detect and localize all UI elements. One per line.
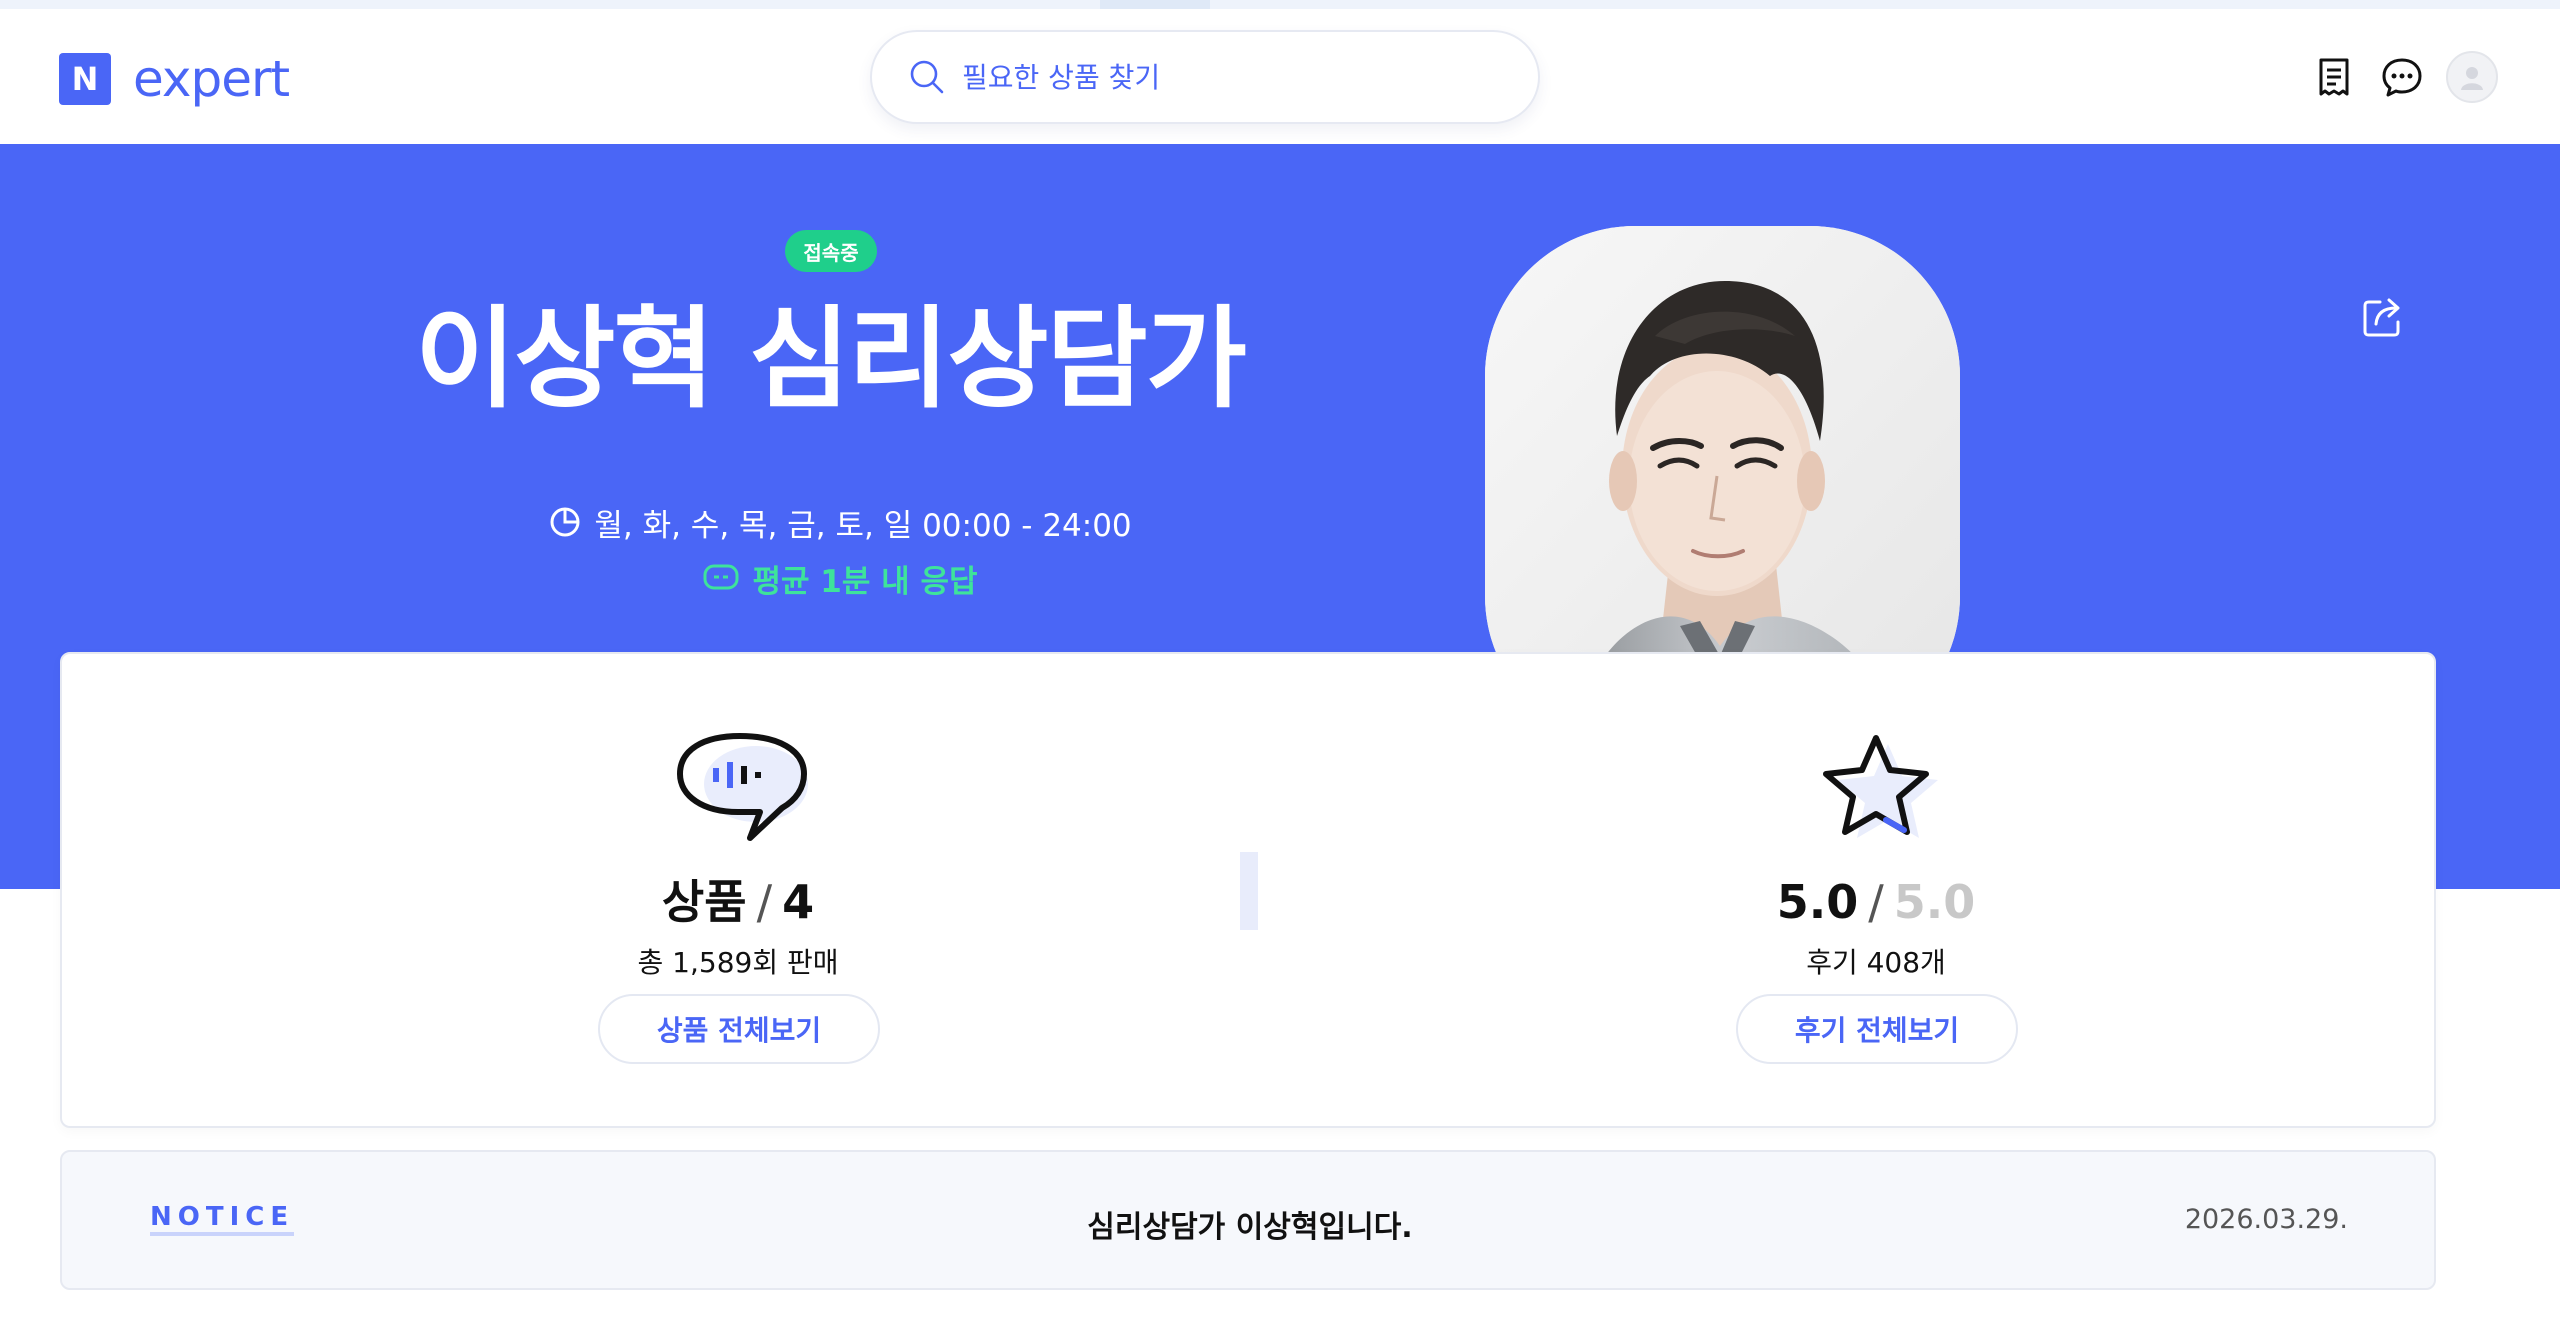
- business-hours-text: 월, 화, 수, 목, 금, 토, 일 00:00 - 24:00: [594, 507, 1132, 544]
- products-count-value: 4: [782, 875, 815, 929]
- review-score-max: 5.0: [1893, 875, 1976, 929]
- logo-badge: N: [59, 53, 111, 105]
- review-score: 5.0/5.0: [1576, 872, 2176, 932]
- view-all-products-button[interactable]: 상품 전체보기: [598, 994, 880, 1064]
- notice-date: 2026.03.29.: [2184, 1204, 2348, 1235]
- notice-bar[interactable]: NOTICE 심리상담가 이상혁입니다. 2026.03.29.: [60, 1150, 2436, 1290]
- chat-icon[interactable]: [2378, 53, 2426, 101]
- star-icon: [1823, 735, 1938, 838]
- view-all-reviews-button[interactable]: 후기 전체보기: [1736, 994, 2018, 1064]
- slash: /: [756, 875, 773, 929]
- total-sales: 총 1,589회 판매: [637, 946, 839, 979]
- logo-text: expert: [133, 50, 290, 108]
- page-title: 이상혁 심리상담가: [415, 295, 1247, 423]
- search-bar[interactable]: [870, 30, 1540, 124]
- user-avatar[interactable]: [2446, 51, 2498, 103]
- share-icon[interactable]: [2360, 294, 2406, 340]
- products-label: 상품: [661, 875, 747, 929]
- status-badge: 접속중: [785, 230, 877, 272]
- top-strip: [0, 0, 2560, 9]
- stats-card: 상품/4 총 1,589회 판매 상품 전체보기 5.0/5.0 후기 408개…: [60, 652, 2436, 1128]
- header-actions: [2290, 50, 2498, 104]
- notice-text[interactable]: 심리상담가 이상혁입니다.: [62, 1202, 2438, 1246]
- receipt-icon[interactable]: [2310, 53, 2358, 101]
- search-input[interactable]: [962, 60, 1482, 94]
- products-count: 상품/4: [438, 872, 1038, 932]
- header: N expert: [0, 9, 2560, 144]
- speech-bubble-icon: [677, 733, 808, 841]
- clock-icon: [550, 507, 580, 537]
- slash: /: [1868, 875, 1884, 929]
- response-time-text: 평균 1분 내 응답: [752, 563, 978, 600]
- response-icon: [703, 564, 739, 590]
- review-count: 후기 408개: [1806, 946, 1946, 979]
- top-strip-segment: [1100, 0, 1210, 9]
- logo[interactable]: N expert: [59, 49, 290, 109]
- search-icon: [910, 60, 944, 94]
- response-time: 평균 1분 내 응답: [440, 558, 1240, 600]
- stats-divider: [1240, 852, 1258, 930]
- products-stat: 상품/4 총 1,589회 판매 상품 전체보기: [438, 654, 1038, 1130]
- reviews-stat: 5.0/5.0 후기 408개 후기 전체보기: [1576, 654, 2176, 1130]
- user-icon: [2461, 67, 2483, 90]
- business-hours: 월, 화, 수, 목, 금, 토, 일 00:00 - 24:00: [440, 502, 1240, 544]
- review-score-value: 5.0: [1776, 875, 1859, 929]
